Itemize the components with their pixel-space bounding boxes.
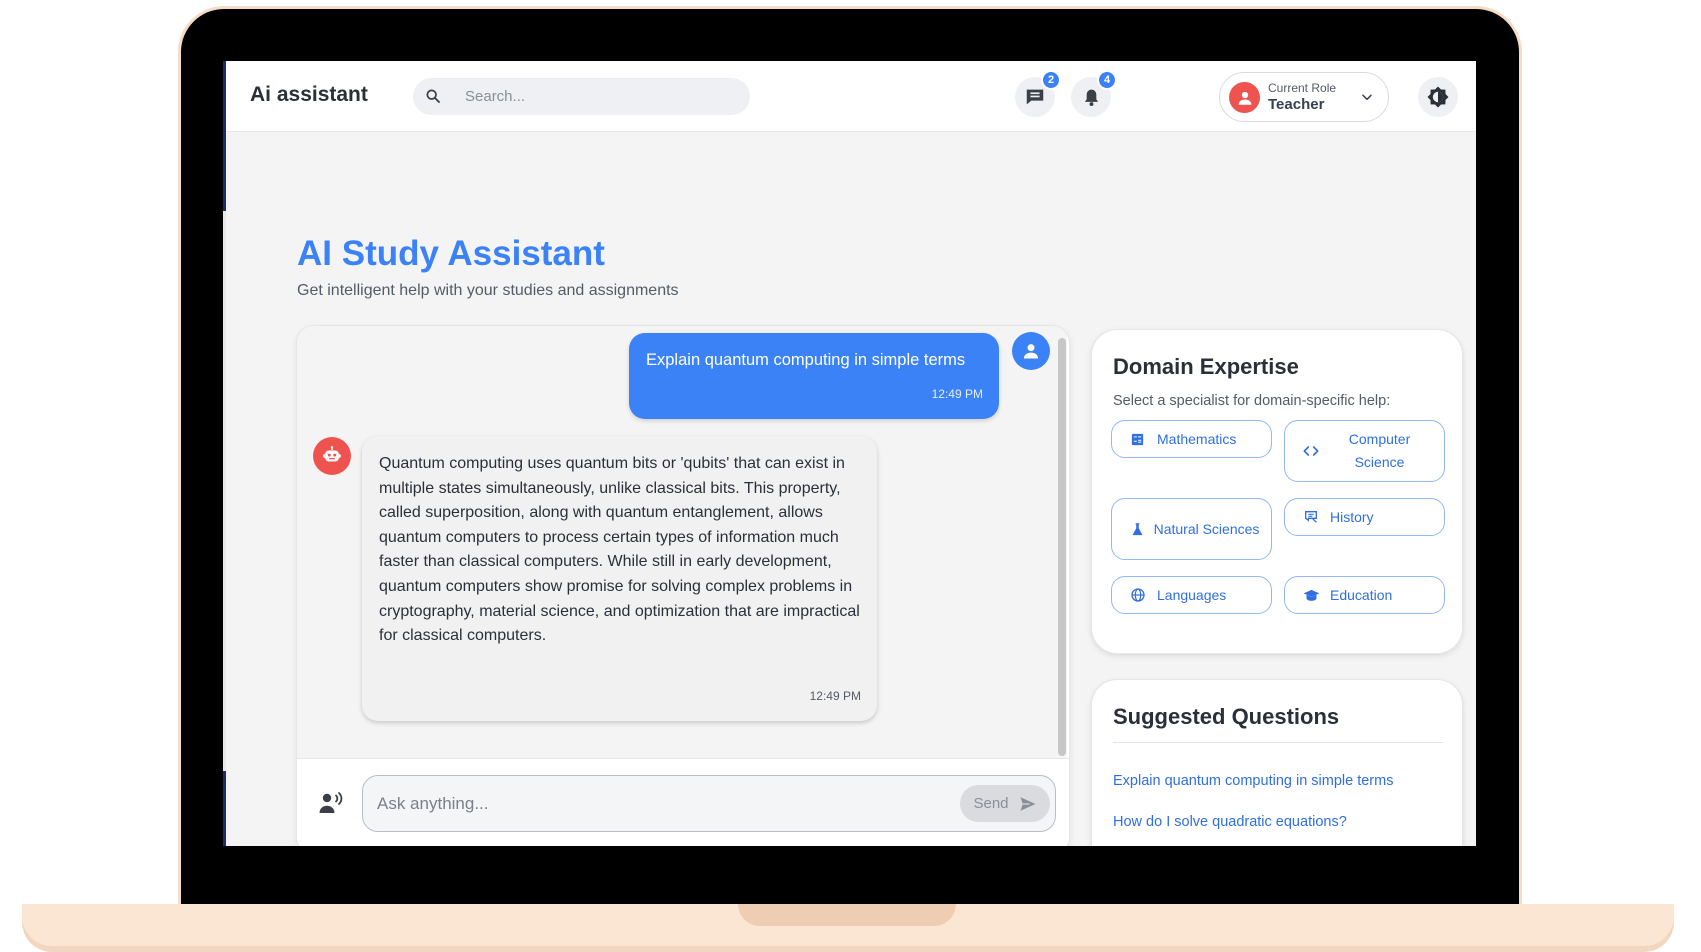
code-icon <box>1303 443 1319 459</box>
messages-button[interactable]: 2 <box>1015 70 1061 117</box>
top-bar: Ai assistant 2 <box>223 61 1476 132</box>
page-subtitle: Get intelligent help with your studies a… <box>297 282 679 299</box>
user-avatar <box>1012 332 1050 370</box>
chat-panel: Explain quantum computing in simple term… <box>296 325 1070 846</box>
screen-edge <box>223 61 226 846</box>
role-avatar <box>1229 82 1260 113</box>
theme-toggle-button[interactable] <box>1418 77 1458 117</box>
flask-icon <box>1130 522 1145 537</box>
bell-icon <box>1084 89 1098 106</box>
user-message: Explain quantum computing in simple term… <box>629 333 999 419</box>
chat-scrollbar[interactable] <box>1058 338 1066 756</box>
domain-history[interactable]: History <box>1284 498 1445 536</box>
send-label: Send <box>973 795 1009 812</box>
page-title: AI Study Assistant <box>297 234 605 273</box>
chevron-down-icon <box>1362 94 1372 101</box>
chat-bubble-icon <box>1026 89 1044 105</box>
domain-education[interactable]: Education <box>1284 576 1445 614</box>
assistant-message-time: 12:49 PM <box>809 689 861 703</box>
domain-label: Languages <box>1157 586 1227 603</box>
domain-expertise-title: Domain Expertise <box>1113 354 1299 379</box>
domain-natural-sciences[interactable]: Natural Sciences <box>1111 498 1272 560</box>
graduation-cap-icon <box>1303 587 1320 604</box>
history-book-icon <box>1303 509 1319 525</box>
domain-label: History <box>1330 508 1374 525</box>
laptop-mockup: Ai assistant 2 <box>0 0 1701 952</box>
ask-input[interactable] <box>377 776 897 831</box>
suggested-question-link[interactable]: Explain quantum computing in simple term… <box>1113 773 1393 789</box>
user-icon <box>1023 344 1039 359</box>
domain-mathematics[interactable]: Mathematics <box>1111 420 1272 458</box>
app-screen: Ai assistant 2 <box>223 61 1476 846</box>
send-icon <box>1020 796 1036 811</box>
role-value: Teacher <box>1268 96 1325 113</box>
assistant-message: Quantum computing uses quantum bits or '… <box>362 436 877 721</box>
globe-icon <box>1130 587 1146 603</box>
domain-expertise-panel: Domain Expertise Select a specialist for… <box>1091 329 1463 654</box>
role-label: Current Role <box>1268 81 1337 95</box>
message-composer: Send <box>297 758 1069 846</box>
role-selector[interactable]: Current Role Teacher <box>1219 72 1389 122</box>
suggested-questions-panel: Suggested Questions Explain quantum comp… <box>1091 679 1463 846</box>
domain-expertise-subtitle: Select a specialist for domain-specific … <box>1113 393 1391 409</box>
robot-icon <box>323 446 341 462</box>
ask-field[interactable]: Send <box>362 775 1056 832</box>
messages-badge: 2 <box>1041 70 1061 90</box>
laptop-notch <box>738 904 956 926</box>
suggested-question-link[interactable]: How do I solve quadratic equations? <box>1113 814 1347 830</box>
assistant-message-text: Quantum computing uses quantum bits or '… <box>379 455 860 645</box>
domain-label: Mathematics <box>1157 430 1237 447</box>
domain-languages[interactable]: Languages <box>1111 576 1272 614</box>
user-message-time: 12:49 PM <box>931 387 983 401</box>
suggested-questions-title: Suggested Questions <box>1113 704 1340 729</box>
voice-input-icon[interactable] <box>319 791 345 815</box>
user-icon <box>1238 91 1251 105</box>
domain-label: Natural Sciences <box>1153 520 1260 537</box>
divider <box>1113 742 1443 743</box>
domain-computer-science[interactable]: Computer Science <box>1284 420 1445 482</box>
domain-label: Education <box>1330 586 1393 603</box>
search-input[interactable] <box>465 78 735 115</box>
app-brand: Ai assistant <box>250 83 368 106</box>
notifications-button[interactable]: 4 <box>1071 70 1117 117</box>
search-box[interactable] <box>413 78 750 115</box>
domain-label: Computer Science <box>1348 431 1411 470</box>
user-message-text: Explain quantum computing in simple term… <box>646 351 966 369</box>
send-button[interactable]: Send <box>960 785 1050 822</box>
search-icon <box>426 89 440 103</box>
notifications-badge: 4 <box>1097 70 1117 90</box>
chat-messages: Explain quantum computing in simple term… <box>297 326 1067 758</box>
brightness-icon <box>1427 86 1449 108</box>
assistant-avatar <box>313 437 351 475</box>
calculator-icon <box>1130 432 1145 447</box>
